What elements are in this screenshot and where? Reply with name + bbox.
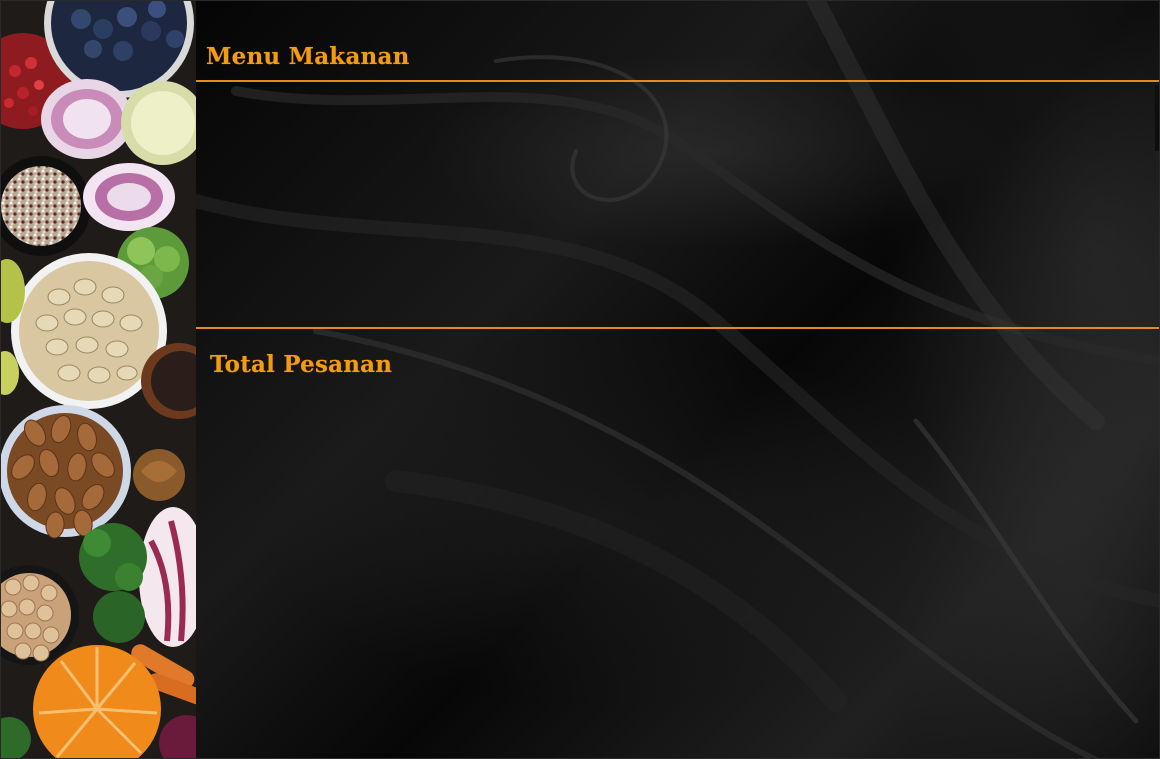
food-illustration bbox=[1, 1, 196, 758]
food-image-panel bbox=[1, 1, 197, 758]
menu-section-title: Menu Makanan bbox=[206, 43, 410, 70]
app-window: Menu Makanan Total Pesanan bbox=[0, 0, 1160, 759]
menu-list-area[interactable] bbox=[196, 83, 1159, 326]
order-total-area[interactable] bbox=[196, 329, 1159, 758]
menu-top-divider bbox=[196, 80, 1159, 82]
menu-scrollbar[interactable] bbox=[1155, 85, 1159, 151]
main-content: Menu Makanan Total Pesanan bbox=[196, 1, 1159, 758]
